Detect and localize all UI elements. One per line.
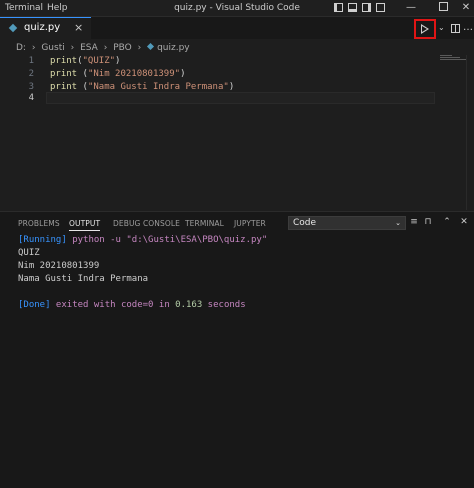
output-done-line: [Done] exited with code=0 in 0.163 secon… [18, 300, 246, 310]
breadcrumb-item[interactable]: PBO [113, 43, 132, 53]
line-number: 4 [28, 93, 34, 103]
breadcrumb-separator: › [31, 43, 36, 53]
breadcrumb-separator: › [70, 43, 75, 53]
customize-layout-icon[interactable] [376, 3, 385, 12]
breadcrumb: D: › Gusti › ESA › PBO › quiz.py [16, 41, 193, 55]
play-icon [421, 24, 429, 34]
toggle-secondary-sidebar-icon[interactable] [362, 3, 371, 12]
breadcrumb-item[interactable]: D: [16, 43, 26, 53]
toggle-primary-sidebar-icon[interactable] [334, 3, 343, 12]
tab-problems[interactable]: PROBLEMS [18, 219, 60, 228]
maximize-button[interactable] [428, 0, 458, 16]
title-bar: Terminal Help quiz.py - Visual Studio Co… [0, 0, 474, 17]
code-editor[interactable]: 1 print("QUIZ") 2 print ("Nim 2021080139… [0, 55, 474, 210]
toggle-panel-icon[interactable] [348, 3, 357, 12]
tab-debug-console[interactable]: DEBUG CONSOLE [113, 219, 180, 228]
split-editor-icon[interactable] [451, 24, 460, 33]
output-line: Nama Gusti Indra Permana [18, 274, 149, 284]
maximize-panel-icon[interactable]: ⌃ [441, 216, 453, 229]
run-dropdown-chevron-icon[interactable]: ⌄ [438, 19, 445, 37]
panel-tab-bar: PROBLEMS OUTPUT DEBUG CONSOLE TERMINAL J… [0, 212, 474, 234]
editor-tab-bar: quiz.py × [0, 17, 474, 39]
breadcrumb-item[interactable]: quiz.py [157, 43, 190, 53]
code-line: 1 print("QUIZ") [0, 55, 474, 68]
breadcrumb-item[interactable]: ESA [80, 43, 98, 53]
minimize-button[interactable]: — [396, 0, 426, 16]
minimap[interactable] [440, 55, 466, 61]
clear-output-icon[interactable]: ≡ [408, 216, 420, 229]
editor-scrollbar[interactable] [466, 55, 467, 210]
bottom-panel: PROBLEMS OUTPUT DEBUG CONSOLE TERMINAL J… [0, 211, 474, 488]
maximize-icon [438, 1, 448, 11]
tab-terminal[interactable]: TERMINAL [185, 219, 224, 228]
breadcrumb-item[interactable]: Gusti [41, 43, 64, 53]
output-channel-value: Code [293, 218, 317, 228]
lock-scroll-icon[interactable]: ⊓ [422, 216, 434, 229]
breadcrumb-separator: › [137, 43, 142, 53]
python-file-icon [147, 42, 155, 51]
tab-label: quiz.py [24, 22, 61, 33]
code-line: 2 print ("Nim 20210801399") [0, 68, 474, 81]
tab-output[interactable]: OUTPUT [69, 219, 101, 231]
chevron-down-icon: ⌄ [395, 219, 401, 227]
output-line: QUIZ [18, 248, 40, 258]
tab-jupyter[interactable]: JUPYTER [234, 219, 266, 228]
python-file-icon [8, 23, 18, 33]
line-number: 2 [28, 69, 34, 79]
line-number: 1 [28, 56, 34, 66]
more-actions-icon[interactable]: … [463, 19, 473, 37]
breadcrumb-separator: › [103, 43, 108, 53]
code-line-active: 4 [0, 92, 474, 105]
output-channel-select[interactable]: Code ⌄ [288, 216, 406, 230]
tab-quiz-py[interactable]: quiz.py × [0, 17, 91, 39]
output-log[interactable]: [Running] python -u "d:\Gusti\ESA\PBO\qu… [18, 234, 267, 312]
output-line: Nim 20210801399 [18, 261, 100, 271]
output-running-line: [Running] python -u "d:\Gusti\ESA\PBO\qu… [18, 235, 268, 245]
close-panel-icon[interactable]: ✕ [458, 216, 470, 229]
close-window-button[interactable]: ✕ [458, 0, 474, 16]
run-code-button[interactable] [414, 19, 436, 39]
close-tab-icon[interactable]: × [74, 18, 83, 38]
